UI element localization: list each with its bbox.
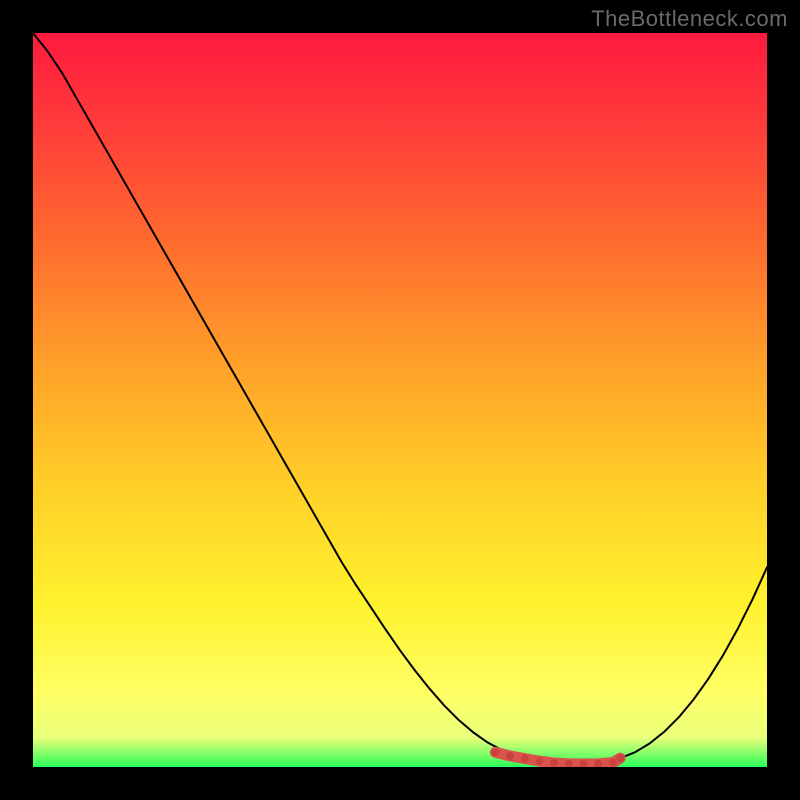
optimal-dot [491, 748, 499, 756]
optimal-dot [550, 759, 558, 767]
chart-svg [33, 33, 767, 767]
optimal-dot [535, 757, 543, 765]
optimal-dot [506, 752, 514, 760]
watermark: TheBottleneck.com [591, 6, 788, 32]
chart-frame: TheBottleneck.com [0, 0, 800, 800]
gradient-background [33, 33, 767, 767]
optimal-dot [521, 755, 529, 763]
optimal-dot [616, 754, 624, 762]
plot-area [33, 33, 767, 767]
optimal-dot [609, 759, 617, 767]
